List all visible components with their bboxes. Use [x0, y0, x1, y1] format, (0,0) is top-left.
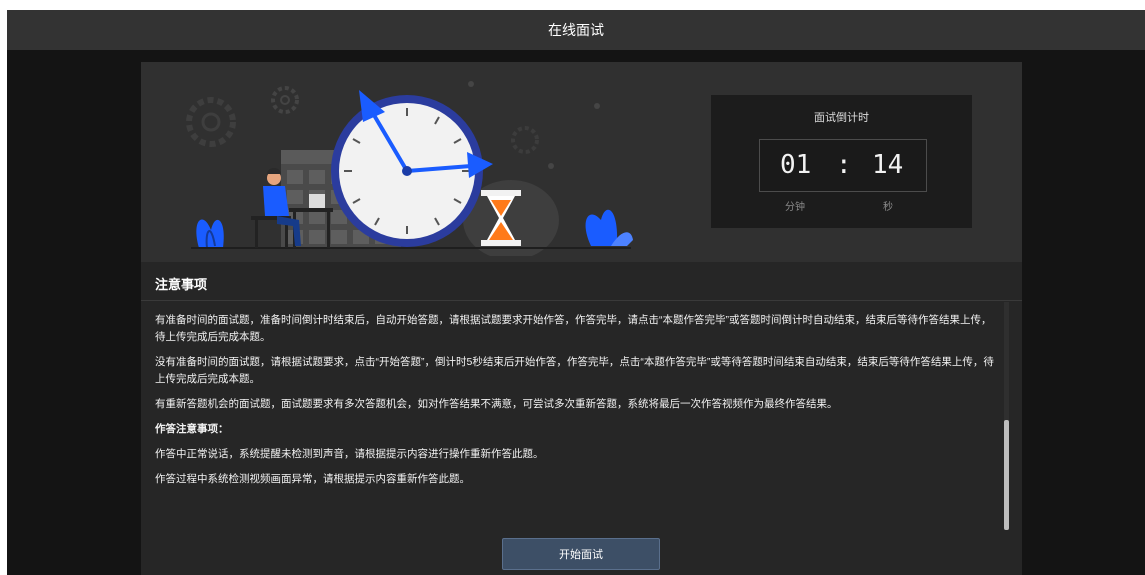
seconds-unit-label: 秒 — [883, 202, 893, 213]
minutes-unit-label: 分钟 — [785, 202, 805, 213]
notes-tip: 作答中正常说话，系统提醒未检测到声音，请根据提示内容进行操作重新作答此题。 — [155, 448, 544, 460]
countdown-minutes: 01 — [780, 150, 812, 180]
gear-icon — [511, 126, 539, 154]
notes-heading: 注意事项 — [155, 277, 208, 292]
title-bar: 在线面试 — [7, 10, 1145, 50]
notes-paragraph: 没有准备时间的面试题，请根据试题要求，点击“开始答题”，倒计时5秒结束后开始作答… — [155, 356, 994, 385]
plant-icon — [196, 219, 224, 249]
interview-timer-illustration — [186, 81, 633, 256]
countdown-seconds: 14 — [872, 150, 904, 180]
scrollbar-thumb[interactable] — [1004, 420, 1009, 530]
notes-paragraph: 有准备时间的面试题，准备时间倒计时结束后，自动开始答题，请根据试题要求开始作答，… — [155, 314, 992, 343]
window-title: 在线面试 — [548, 22, 604, 38]
hero-banner: 面试倒计时 01 : 14 分钟 秒 — [141, 62, 1022, 262]
notes-scrollbar[interactable] — [1004, 302, 1009, 530]
divider — [141, 300, 1022, 301]
interview-panel: 面试倒计时 01 : 14 分钟 秒 注意事项 有准备时间的面试题，准备时间倒计… — [141, 62, 1022, 575]
gear-icon — [186, 97, 236, 147]
countdown-title: 面试倒计时 — [814, 112, 869, 124]
plant-icon — [585, 209, 633, 246]
notes-paragraph: 有重新答题机会的面试题，面试题要求有多次答题机会，如对作答结果不满意，可尝试多次… — [155, 398, 838, 410]
countdown-separator: : — [836, 150, 852, 180]
notes-subheading: 作答注意事项： — [155, 423, 229, 435]
notes-tip: 作答过程中系统检测视频画面异常，请根据提示内容重新作答此题。 — [155, 473, 470, 485]
app-window: 在线面试 面试倒计时 01: 14 分钟 秒 注意事项 有准备时间的面试题，准… — [7, 10, 1145, 575]
gear-icon — [271, 86, 299, 114]
countdown-timer: 01 : 14 — [759, 139, 927, 192]
countdown-card: 面试倒计时 01 : 14 分钟 秒 — [711, 95, 972, 228]
start-interview-button[interactable]: 开始面试 — [502, 538, 660, 570]
notes-content: 有准备时间的面试题，准备时间倒计时结束后，自动开始答题，请根据试题要求开始作答，… — [155, 312, 1000, 496]
